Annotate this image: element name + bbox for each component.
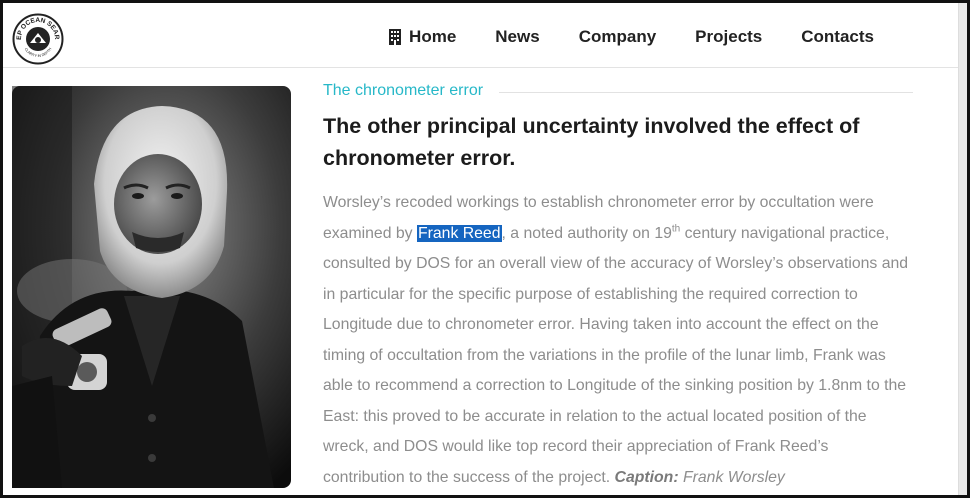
nav-company-label: Company [578,27,657,46]
nav-home[interactable]: Home [388,27,456,47]
nav-contacts-label: Contacts [801,27,874,46]
frank-worsley-photo [12,86,291,488]
nav-projects-label: Projects [695,27,763,46]
article-paragraph: Worsley’s recoded workings to establish … [323,188,913,493]
article-heading: The other principal uncertainty involved… [323,114,860,170]
deep-ocean-search-logo[interactable]: DEEP OCEAN SEARCH CLARITY IN DEPTH [12,13,64,65]
site-header: DEEP OCEAN SEARCH CLARITY IN DEPTH Home … [3,3,959,68]
caption-label: Caption: [614,468,679,486]
kicker-divider [499,91,913,93]
nav-company[interactable]: Company [579,27,656,47]
para-part-3: century navigational practice, consulted… [323,224,909,486]
nav-news[interactable]: News [495,27,539,47]
article-content: The chronometer error The other principa… [323,80,913,493]
para-part-2: , a noted authority on 19 [501,224,672,242]
section-kicker: The chronometer error [323,82,484,99]
nav-projects[interactable]: Projects [695,27,762,47]
nav-contacts[interactable]: Contacts [801,27,874,47]
kicker-row: The chronometer error [323,80,913,102]
nav-home-label: Home [409,27,457,46]
caption-text: Frank Worsley [682,468,785,486]
building-icon [389,29,402,45]
main-nav: Home News Company Projects Contacts [388,27,874,47]
superscript-th: th [671,223,681,235]
nav-news-label: News [495,27,540,46]
highlighted-name[interactable]: Frank Reed [416,224,502,242]
